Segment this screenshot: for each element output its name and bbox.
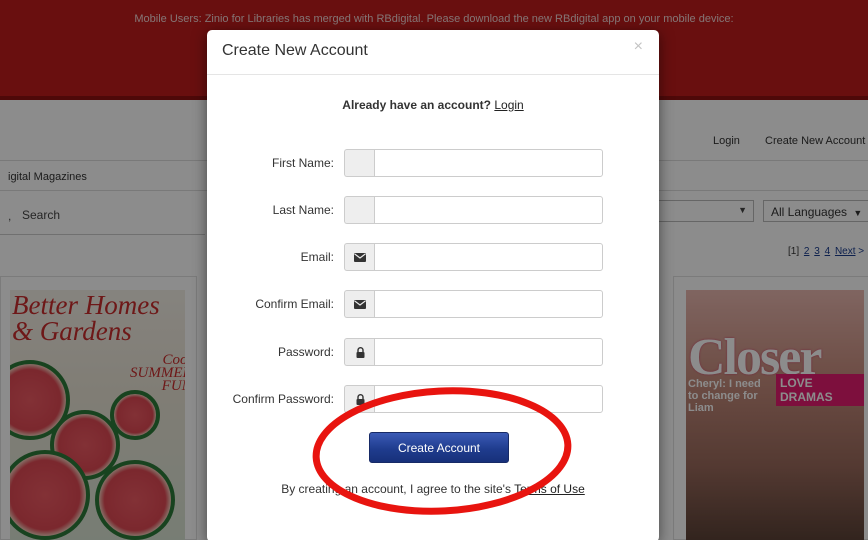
highlight-annotation — [312, 387, 572, 515]
